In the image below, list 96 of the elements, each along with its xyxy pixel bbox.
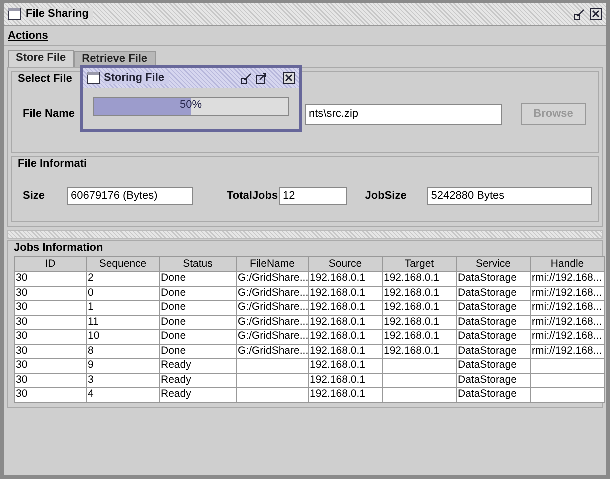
table-cell: 4 bbox=[87, 388, 160, 402]
table-cell: DataStorage bbox=[457, 330, 531, 344]
table-cell: DataStorage bbox=[457, 388, 531, 402]
table-cell: G:/GridShare... bbox=[237, 301, 309, 316]
maximize-icon[interactable] bbox=[256, 72, 267, 84]
group-title: Select File bbox=[18, 73, 72, 85]
table-cell: 30 bbox=[15, 316, 87, 330]
table-cell: 192.168.0.1 bbox=[383, 286, 457, 301]
table-cell: rmi://192.168... bbox=[531, 301, 605, 316]
table-cell: 192.168.0.1 bbox=[383, 330, 457, 344]
table-cell: G:/GridShare... bbox=[237, 286, 309, 301]
table-cell: 192.168.0.1 bbox=[309, 330, 383, 344]
table-cell: 30 bbox=[15, 388, 87, 402]
table-cell: DataStorage bbox=[457, 286, 531, 301]
column-header[interactable]: Service bbox=[457, 256, 531, 272]
table-cell: 11 bbox=[87, 316, 160, 330]
table-cell: 8 bbox=[87, 344, 160, 359]
window-icon bbox=[87, 72, 100, 84]
table-cell: Ready bbox=[160, 388, 237, 402]
table-cell: Done bbox=[160, 286, 237, 301]
table-cell: rmi://192.168... bbox=[531, 272, 605, 286]
table-cell: DataStorage bbox=[457, 374, 531, 388]
column-header[interactable]: Target bbox=[383, 256, 457, 272]
minimize-icon[interactable] bbox=[241, 72, 252, 84]
table-cell: Done bbox=[160, 272, 237, 286]
field-label: File Name bbox=[22, 108, 76, 120]
table-cell: 192.168.0.1 bbox=[383, 301, 457, 316]
table-cell: 30 bbox=[15, 272, 87, 286]
table-cell: 192.168.0.1 bbox=[383, 272, 457, 286]
table-cell: 2 bbox=[87, 272, 160, 286]
column-header[interactable]: Handle bbox=[531, 256, 605, 272]
close-icon[interactable] bbox=[590, 8, 602, 20]
table-cell: Done bbox=[160, 330, 237, 344]
table-cell: 192.168.0.1 bbox=[309, 286, 383, 301]
table-cell: 192.168.0.1 bbox=[383, 344, 457, 359]
table-cell: DataStorage bbox=[457, 301, 531, 316]
table-cell: 1 bbox=[87, 301, 160, 316]
table-cell: G:/GridShare... bbox=[237, 272, 309, 286]
table-cell: Ready bbox=[160, 374, 237, 388]
table-cell: 9 bbox=[87, 359, 160, 374]
input-field[interactable]: 12 bbox=[278, 187, 348, 205]
field-label: Size bbox=[23, 190, 46, 202]
progress-reading: 50% bbox=[180, 99, 202, 111]
table-cell: Done bbox=[160, 316, 237, 330]
table-cell: rmi://192.168... bbox=[531, 330, 605, 344]
tab[interactable]: Store File bbox=[8, 50, 74, 67]
table-cell: 192.168.0.1 bbox=[309, 374, 383, 388]
table-cell: 192.168.0.1 bbox=[309, 301, 383, 316]
dialog-title: Storing File bbox=[104, 72, 168, 84]
field-label: JobSize bbox=[365, 190, 408, 202]
table-cell: rmi://192.168... bbox=[531, 344, 605, 359]
group-title: Jobs Information bbox=[14, 242, 104, 254]
table-cell: rmi://192.168... bbox=[531, 316, 605, 330]
table-cell: Done bbox=[160, 344, 237, 359]
table-cell: DataStorage bbox=[457, 316, 531, 330]
table-cell: 192.168.0.1 bbox=[309, 388, 383, 402]
table-cell bbox=[237, 374, 309, 388]
column-header[interactable]: Sequence bbox=[87, 256, 160, 272]
table-cell: 30 bbox=[15, 344, 87, 359]
table-cell: 0 bbox=[87, 286, 160, 301]
menu-item[interactable]: Actions bbox=[8, 30, 48, 42]
column-header[interactable]: Status bbox=[160, 256, 237, 272]
window-icon bbox=[8, 8, 21, 20]
input-field[interactable]: nts\src.zip bbox=[305, 104, 502, 124]
minimize-icon[interactable] bbox=[574, 8, 585, 20]
table-cell: DataStorage bbox=[457, 344, 531, 359]
table-cell: 3 bbox=[87, 374, 160, 388]
table-cell: 30 bbox=[15, 359, 87, 374]
table-cell: 30 bbox=[15, 286, 87, 301]
table-cell: Ready bbox=[160, 359, 237, 374]
column-header[interactable]: Source bbox=[309, 256, 383, 272]
table-cell: 30 bbox=[15, 374, 87, 388]
table-cell: 192.168.0.1 bbox=[309, 272, 383, 286]
table-cell: G:/GridShare... bbox=[237, 344, 309, 359]
table-cell bbox=[237, 388, 309, 402]
window-title: File Sharing bbox=[26, 8, 93, 20]
table-cell: Done bbox=[160, 301, 237, 316]
table-cell: 10 bbox=[87, 330, 160, 344]
table-cell: 192.168.0.1 bbox=[383, 316, 457, 330]
column-header[interactable]: FileName bbox=[237, 256, 309, 272]
table-cell: 30 bbox=[15, 330, 87, 344]
table-cell: DataStorage bbox=[457, 359, 531, 374]
input-field[interactable]: 60679176 (Bytes) bbox=[67, 187, 193, 205]
close-icon[interactable] bbox=[283, 72, 295, 84]
input-field[interactable]: 5242880 Bytes bbox=[427, 187, 592, 205]
table-cell bbox=[237, 359, 309, 374]
column-header[interactable]: ID bbox=[15, 256, 87, 272]
group-title: File Informati bbox=[18, 158, 88, 170]
table-cell: rmi://192.168... bbox=[531, 286, 605, 301]
table-cell: G:/GridShare... bbox=[237, 316, 309, 330]
table-cell: DataStorage bbox=[457, 272, 531, 286]
table-cell: 192.168.0.1 bbox=[309, 344, 383, 359]
table-cell: 30 bbox=[15, 301, 87, 316]
table-cell: G:/GridShare... bbox=[237, 330, 309, 344]
table-cell: 192.168.0.1 bbox=[309, 316, 383, 330]
table-cell: 192.168.0.1 bbox=[309, 359, 383, 374]
